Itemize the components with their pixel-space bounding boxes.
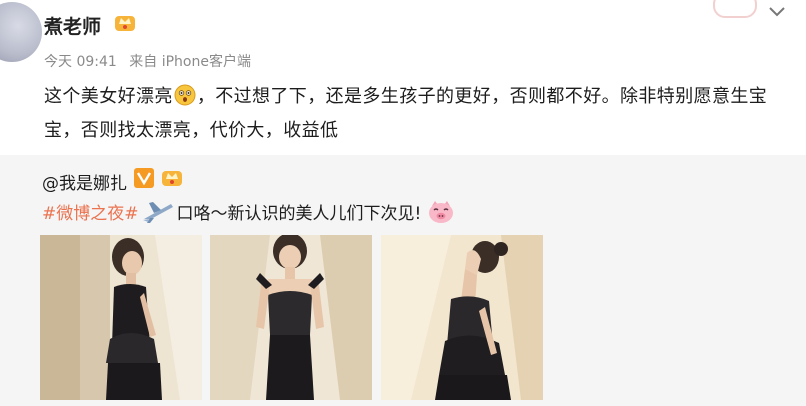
photo-dress-side — [40, 235, 202, 400]
photo-dress-profile — [381, 235, 543, 400]
repost-body: 口咯～新认识的美人儿们下次见! — [176, 204, 422, 224]
photo-thumbnail-1[interactable] — [40, 235, 202, 400]
photo-dress-front — [210, 235, 372, 400]
hashtag-link[interactable]: #微博之夜# — [42, 204, 139, 224]
pig-face-icon — [429, 201, 454, 223]
verified-v-icon — [134, 168, 154, 188]
photo-thumbnail-3[interactable] — [381, 235, 543, 400]
surprised-face-icon — [174, 84, 196, 106]
airplane-icon — [142, 202, 173, 223]
vip-crown-icon — [162, 171, 182, 186]
author-avatar[interactable] — [0, 2, 42, 62]
post-text-part1: 这个美女好漂亮 — [44, 86, 173, 107]
post-author-name[interactable]: 煮老师 — [44, 12, 101, 39]
vip-crown-icon — [115, 16, 135, 31]
post-time[interactable]: 今天 09:41 — [44, 54, 117, 70]
repost-author-name[interactable]: @我是娜扎 — [42, 169, 127, 194]
chevron-down-icon[interactable] — [764, 2, 790, 22]
stamp-decoration — [713, 0, 757, 18]
post-source[interactable]: 来自 iPhone客户端 — [129, 54, 251, 70]
repost-text: #微博之夜# 口咯～新认识的美人儿们下次见! — [42, 199, 455, 225]
post-meta: 今天 09:41 来自 iPhone客户端 — [44, 51, 259, 71]
photo-thumbnail-2[interactable] — [210, 235, 372, 400]
repost-card[interactable]: @我是娜扎 #微博之夜# 口咯～新认识的美人儿们下次见! — [0, 155, 806, 406]
post-body: 这个美女好漂亮 ，不过想了下，还是多生孩子的更好，否则都不好。除非特别愿意生宝宝… — [44, 80, 784, 148]
